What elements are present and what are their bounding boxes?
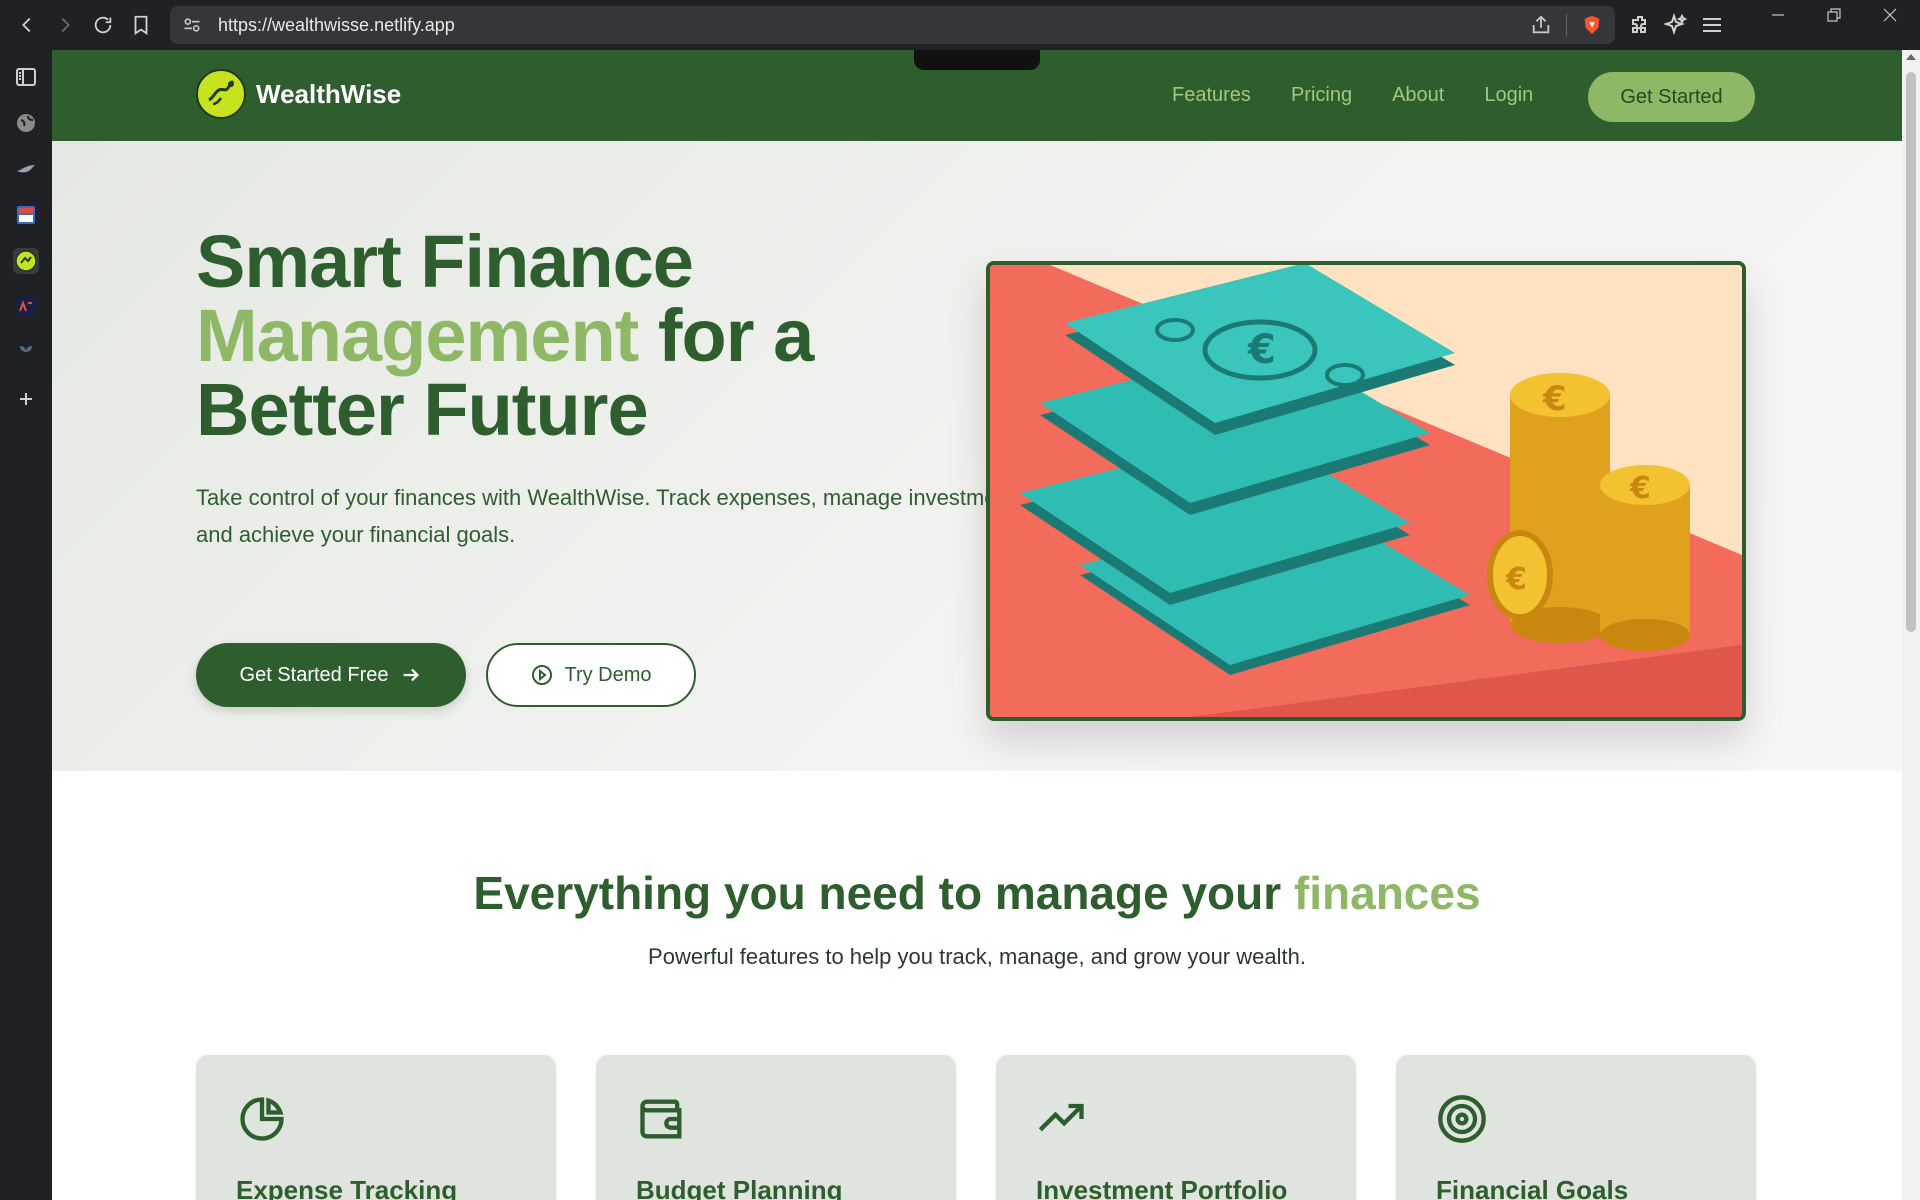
- scroll-up-arrow-icon[interactable]: [1906, 54, 1916, 60]
- dark-app-icon: [17, 298, 35, 316]
- wealthwise-favicon-icon: [15, 250, 37, 272]
- hero-title-accent: Management: [196, 294, 639, 377]
- hero-title-line2-rest: for a: [638, 294, 814, 377]
- page-viewport: WealthWise Features Pricing About Login …: [52, 50, 1902, 1200]
- extensions-icon[interactable]: [1628, 13, 1652, 37]
- sidebar-item-wealthwise[interactable]: [13, 248, 39, 274]
- feature-card-investment-portfolio[interactable]: Investment Portfolio: [996, 1055, 1356, 1200]
- camera-notch: [914, 50, 1040, 70]
- hero-subtitle: Take control of your finances with Wealt…: [196, 485, 1032, 547]
- share-icon[interactable]: [1530, 14, 1552, 36]
- plant-icon: [20, 346, 32, 362]
- back-arrow-icon: [22, 17, 31, 33]
- feature-card-title: Financial Goals: [1436, 1175, 1629, 1200]
- hero-title-line1: Smart Finance: [196, 220, 694, 303]
- feature-card-title: Budget Planning: [636, 1175, 843, 1200]
- url-text[interactable]: https://wealthwisse.netlify.app: [218, 15, 455, 36]
- arrow-right-icon: [404, 668, 420, 682]
- close-icon: [1883, 8, 1897, 22]
- plus-icon: [20, 393, 32, 405]
- restore-icon: [1827, 8, 1841, 22]
- feature-card-budget-planning[interactable]: Budget Planning: [596, 1055, 956, 1200]
- reload-button[interactable]: [84, 6, 122, 44]
- site-settings-icon[interactable]: [182, 15, 202, 35]
- address-bar[interactable]: https://wealthwisse.netlify.app: [170, 6, 1615, 44]
- features-title: Everything you need to manage your finan…: [52, 866, 1902, 920]
- features-title-main: Everything you need to manage your: [473, 867, 1294, 919]
- try-demo-label: Try Demo: [564, 663, 652, 686]
- scrollbar-thumb[interactable]: [1906, 72, 1916, 632]
- back-button[interactable]: [8, 6, 46, 44]
- trending-up-icon: [1036, 1093, 1088, 1145]
- sidebar-item-web[interactable]: [13, 110, 39, 136]
- bird-icon: [17, 165, 35, 173]
- wealthwise-logo-icon: [196, 69, 246, 119]
- features-subtitle: Powerful features to help you track, man…: [648, 944, 1306, 969]
- nav-link-about[interactable]: About: [1392, 84, 1444, 107]
- page-scrollbar[interactable]: [1902, 50, 1920, 1200]
- restore-button[interactable]: [1804, 0, 1864, 30]
- sidebar-item-app[interactable]: [13, 202, 39, 228]
- leo-ai-icon[interactable]: [1664, 13, 1688, 37]
- pie-chart-icon: [236, 1093, 288, 1145]
- hero-illustration: € € € €: [986, 261, 1746, 721]
- svg-text:€: €: [1542, 379, 1567, 419]
- sidebar-add-button[interactable]: [13, 386, 39, 412]
- try-demo-button[interactable]: Try Demo: [486, 643, 696, 707]
- forward-button[interactable]: [46, 6, 84, 44]
- svg-text:€: €: [1247, 327, 1276, 373]
- browser-sidebar: [0, 50, 52, 1200]
- globe-icon: [17, 114, 35, 132]
- nav-links: Features Pricing About Login: [1172, 50, 1533, 141]
- money-stacks-illustration: € € € €: [990, 265, 1742, 717]
- nav-link-pricing[interactable]: Pricing: [1291, 84, 1352, 107]
- close-window-button[interactable]: [1860, 0, 1920, 30]
- feature-card-expense-tracking[interactable]: Expense Tracking: [196, 1055, 556, 1200]
- features-title-accent: finances: [1293, 867, 1481, 919]
- get-started-button[interactable]: Get Started: [1588, 72, 1755, 122]
- sidebar-item-bird[interactable]: [13, 156, 39, 182]
- play-circle-icon: [532, 665, 553, 685]
- nav-link-features[interactable]: Features: [1172, 84, 1251, 107]
- app-tile-icon: [17, 206, 35, 224]
- feature-card-title: Investment Portfolio: [1036, 1175, 1288, 1200]
- svg-text:€: €: [1505, 562, 1527, 597]
- brand[interactable]: WealthWise: [196, 69, 401, 119]
- hero-title-line3: Better Future: [196, 368, 649, 451]
- bookmark-button[interactable]: [122, 6, 160, 44]
- sidebar-toggle-button[interactable]: [13, 64, 39, 90]
- hero-section: Smart Finance Management for a Better Fu…: [52, 141, 1902, 771]
- reload-icon: [94, 16, 112, 34]
- nav-link-login[interactable]: Login: [1484, 84, 1533, 107]
- svg-text:€: €: [1629, 471, 1651, 506]
- brand-name: WealthWise: [256, 78, 402, 109]
- brave-shield-icon[interactable]: [1581, 14, 1603, 36]
- bookmark-icon: [134, 15, 148, 35]
- get-started-free-button[interactable]: Get Started Free: [196, 643, 466, 707]
- wallet-icon: [636, 1093, 688, 1145]
- minimize-icon: [1772, 14, 1784, 16]
- sidebar-item-dark-app[interactable]: [13, 294, 39, 320]
- hero-title: Smart Finance Management for a Better Fu…: [196, 225, 956, 447]
- sidebar-panel-icon: [16, 68, 36, 86]
- forward-arrow-icon: [61, 17, 70, 33]
- feature-card-title: Expense Tracking: [236, 1175, 458, 1200]
- browser-toolbar: https://wealthwisse.netlify.app: [0, 0, 1920, 50]
- feature-card-financial-goals[interactable]: Financial Goals: [1396, 1055, 1756, 1200]
- sidebar-item-plant[interactable]: [13, 340, 39, 366]
- get-started-free-label: Get Started Free: [239, 663, 389, 686]
- minimize-button[interactable]: [1748, 0, 1808, 30]
- target-icon: [1436, 1093, 1488, 1145]
- menu-icon[interactable]: [1700, 13, 1724, 37]
